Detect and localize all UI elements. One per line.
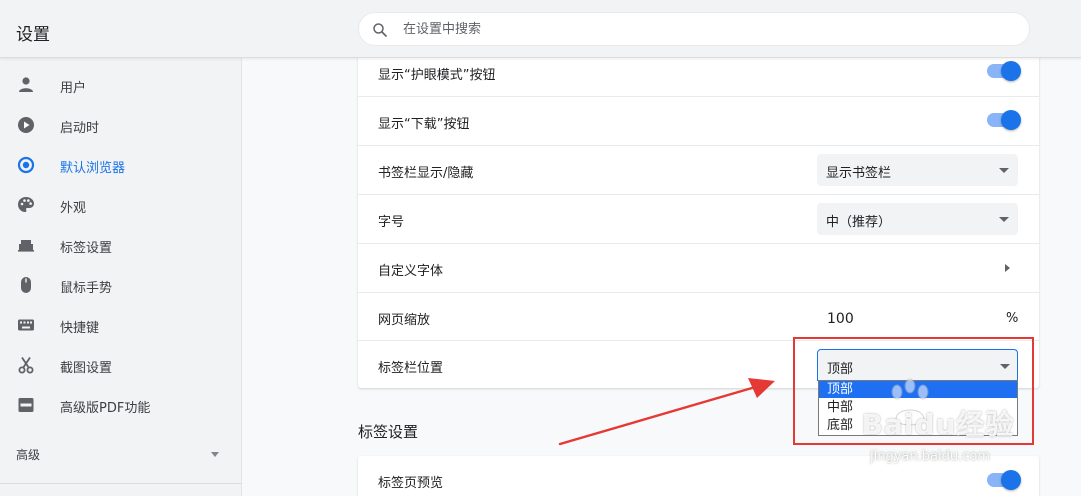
tab-settings-section-title: 标签设置 xyxy=(358,423,419,441)
tab-icon xyxy=(18,240,34,252)
download-button-toggle[interactable] xyxy=(987,110,1021,130)
setting-row-font-size: 字号 中（推荐） xyxy=(358,194,1039,243)
sidebar: 用户 启动时 默认浏览器 外观 标签设置 鼠标手势 快捷键 截图设置 高级版PD… xyxy=(0,58,242,496)
dropdown-option-top[interactable]: 顶部 xyxy=(819,381,1017,398)
dropdown-arrow-icon xyxy=(999,168,1009,173)
toggle-knob xyxy=(1001,470,1021,490)
pdf-icon xyxy=(18,398,34,412)
sidebar-item-tab-settings[interactable]: 标签设置 xyxy=(0,225,242,265)
setting-label: 字号 xyxy=(378,215,405,230)
setting-label: 自定义字体 xyxy=(378,264,444,279)
mouse-icon xyxy=(21,277,31,293)
sidebar-item-mouse-gestures[interactable]: 鼠标手势 xyxy=(0,265,242,305)
tab-position-dropdown: 顶部 中部 底部 xyxy=(818,380,1018,436)
sidebar-item-label: 启动时 xyxy=(60,121,100,136)
tab-bar-position-select[interactable]: 顶部 xyxy=(817,349,1018,381)
appearance-card: 显示“护眼模式”按钮 显示“下载”按钮 书签栏显示/隐藏 显示书签栏 字号 中（… xyxy=(358,48,1039,388)
setting-label: 标签页预览 xyxy=(378,476,444,491)
sidebar-item-label: 快捷键 xyxy=(60,321,100,336)
scissors-icon xyxy=(18,357,34,374)
sidebar-divider xyxy=(0,483,242,484)
select-value: 中（推荐） xyxy=(826,215,892,230)
setting-row-download-button: 显示“下载”按钮 xyxy=(358,96,1039,145)
page-title: 设置 xyxy=(16,25,50,45)
dropdown-option-bottom[interactable]: 底部 xyxy=(819,417,1017,434)
sidebar-item-screenshot-settings[interactable]: 截图设置 xyxy=(0,345,242,385)
person-icon xyxy=(19,77,33,92)
select-value: 顶部 xyxy=(827,362,854,377)
palette-icon xyxy=(18,197,34,212)
select-value: 显示书签栏 xyxy=(826,166,892,181)
sidebar-item-label: 默认浏览器 xyxy=(60,161,126,176)
sidebar-advanced-toggle[interactable]: 高级 xyxy=(0,438,242,468)
bookmark-bar-select[interactable]: 显示书签栏 xyxy=(817,154,1018,186)
font-size-select[interactable]: 中（推荐） xyxy=(817,203,1018,235)
toggle-knob xyxy=(1001,61,1021,81)
sidebar-item-label: 标签设置 xyxy=(60,241,113,256)
toggle-knob xyxy=(1001,110,1021,130)
dropdown-arrow-icon xyxy=(999,217,1009,222)
sidebar-advanced-label: 高级 xyxy=(16,448,41,462)
sidebar-item-label: 截图设置 xyxy=(60,361,113,376)
setting-row-page-zoom: 网页缩放 100 % xyxy=(358,292,1039,341)
sidebar-item-shortcuts[interactable]: 快捷键 xyxy=(0,305,242,345)
setting-label: 书签栏显示/隐藏 xyxy=(378,166,474,181)
play-circle-icon xyxy=(18,117,34,133)
sidebar-item-label: 鼠标手势 xyxy=(60,281,113,296)
tab-preview-toggle[interactable] xyxy=(987,470,1021,490)
keyboard-icon xyxy=(18,319,34,331)
sidebar-item-label: 高级版PDF功能 xyxy=(60,401,151,416)
sidebar-item-startup[interactable]: 启动时 xyxy=(0,105,242,145)
sidebar-item-appearance[interactable]: 外观 xyxy=(0,185,242,225)
dropdown-arrow-icon xyxy=(1000,364,1010,369)
setting-row-bookmark-bar: 书签栏显示/隐藏 显示书签栏 xyxy=(358,145,1039,194)
sidebar-item-default-browser[interactable]: 默认浏览器 xyxy=(0,145,242,185)
setting-label: 显示“护眼模式”按钮 xyxy=(378,68,496,83)
setting-label: 显示“下载”按钮 xyxy=(378,117,470,132)
search-box[interactable] xyxy=(358,12,1030,46)
setting-label: 网页缩放 xyxy=(378,313,431,328)
setting-row-custom-fonts[interactable]: 自定义字体 xyxy=(358,243,1039,292)
search-icon xyxy=(373,23,387,37)
zoom-input[interactable]: 100 xyxy=(827,311,854,327)
sidebar-item-label: 用户 xyxy=(60,81,87,96)
sidebar-item-label: 外观 xyxy=(60,201,87,216)
sidebar-item-pdf-pro[interactable]: 高级版PDF功能 xyxy=(0,385,242,425)
eye-protection-toggle[interactable] xyxy=(987,61,1021,81)
top-bar: 设置 xyxy=(0,0,1081,58)
zoom-unit: % xyxy=(1006,311,1019,326)
setting-label: 标签栏位置 xyxy=(378,361,444,376)
search-input[interactable] xyxy=(403,13,1003,45)
sidebar-item-user[interactable]: 用户 xyxy=(0,65,242,105)
chevron-down-icon xyxy=(211,452,219,457)
dropdown-option-middle[interactable]: 中部 xyxy=(819,399,1017,416)
chevron-right-icon[interactable] xyxy=(1005,264,1010,272)
radio-target-icon xyxy=(17,156,35,174)
tab-settings-card: 标签页预览 xyxy=(358,456,1039,496)
